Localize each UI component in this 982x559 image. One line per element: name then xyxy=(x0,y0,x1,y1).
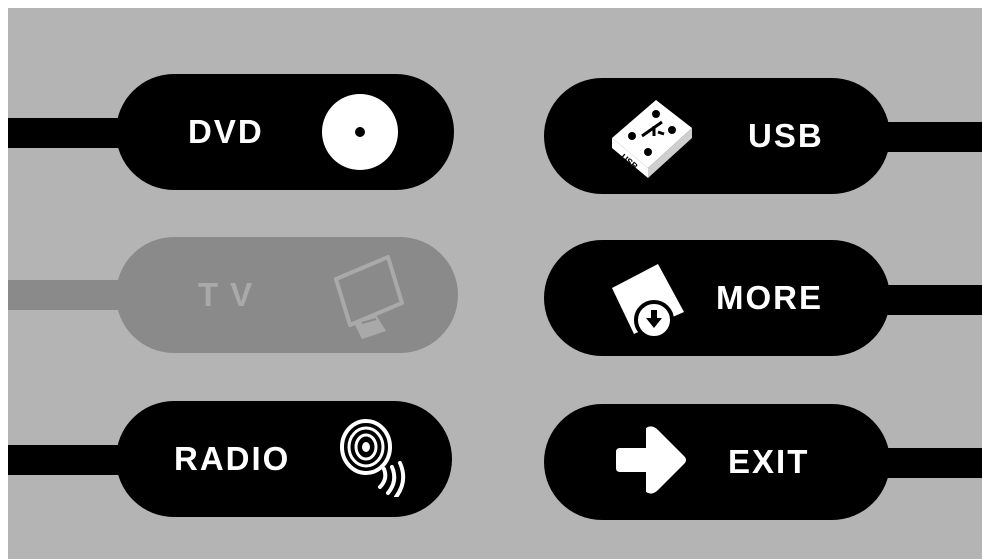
usb-button[interactable]: USB USB xyxy=(544,78,890,194)
more-label: MORE xyxy=(716,279,823,316)
tv-button: TV xyxy=(116,237,458,353)
radio-connector-bar xyxy=(8,445,128,475)
tv-label: TV xyxy=(198,276,265,313)
more-button[interactable]: MORE xyxy=(544,240,890,356)
exit-button[interactable]: EXIT xyxy=(544,404,890,520)
radio-wave-icon xyxy=(334,417,414,497)
usb-label: USB xyxy=(748,117,824,154)
monitor-icon xyxy=(328,251,418,341)
radio-label: RADIO xyxy=(174,440,291,477)
dvd-connector-bar xyxy=(8,118,128,148)
dvd-button[interactable]: DVD xyxy=(116,74,454,190)
exit-arrow-icon xyxy=(612,420,692,500)
main-menu-screen: DVD TV RADIO USB USB MORE EXIT xyxy=(8,8,982,559)
download-icon xyxy=(606,254,696,344)
disc-icon xyxy=(320,92,400,172)
radio-button[interactable]: RADIO xyxy=(116,401,452,517)
tv-connector-bar xyxy=(8,280,128,310)
dvd-label: DVD xyxy=(188,113,264,150)
usb-drive-icon: USB xyxy=(606,92,698,182)
exit-label: EXIT xyxy=(728,443,810,480)
